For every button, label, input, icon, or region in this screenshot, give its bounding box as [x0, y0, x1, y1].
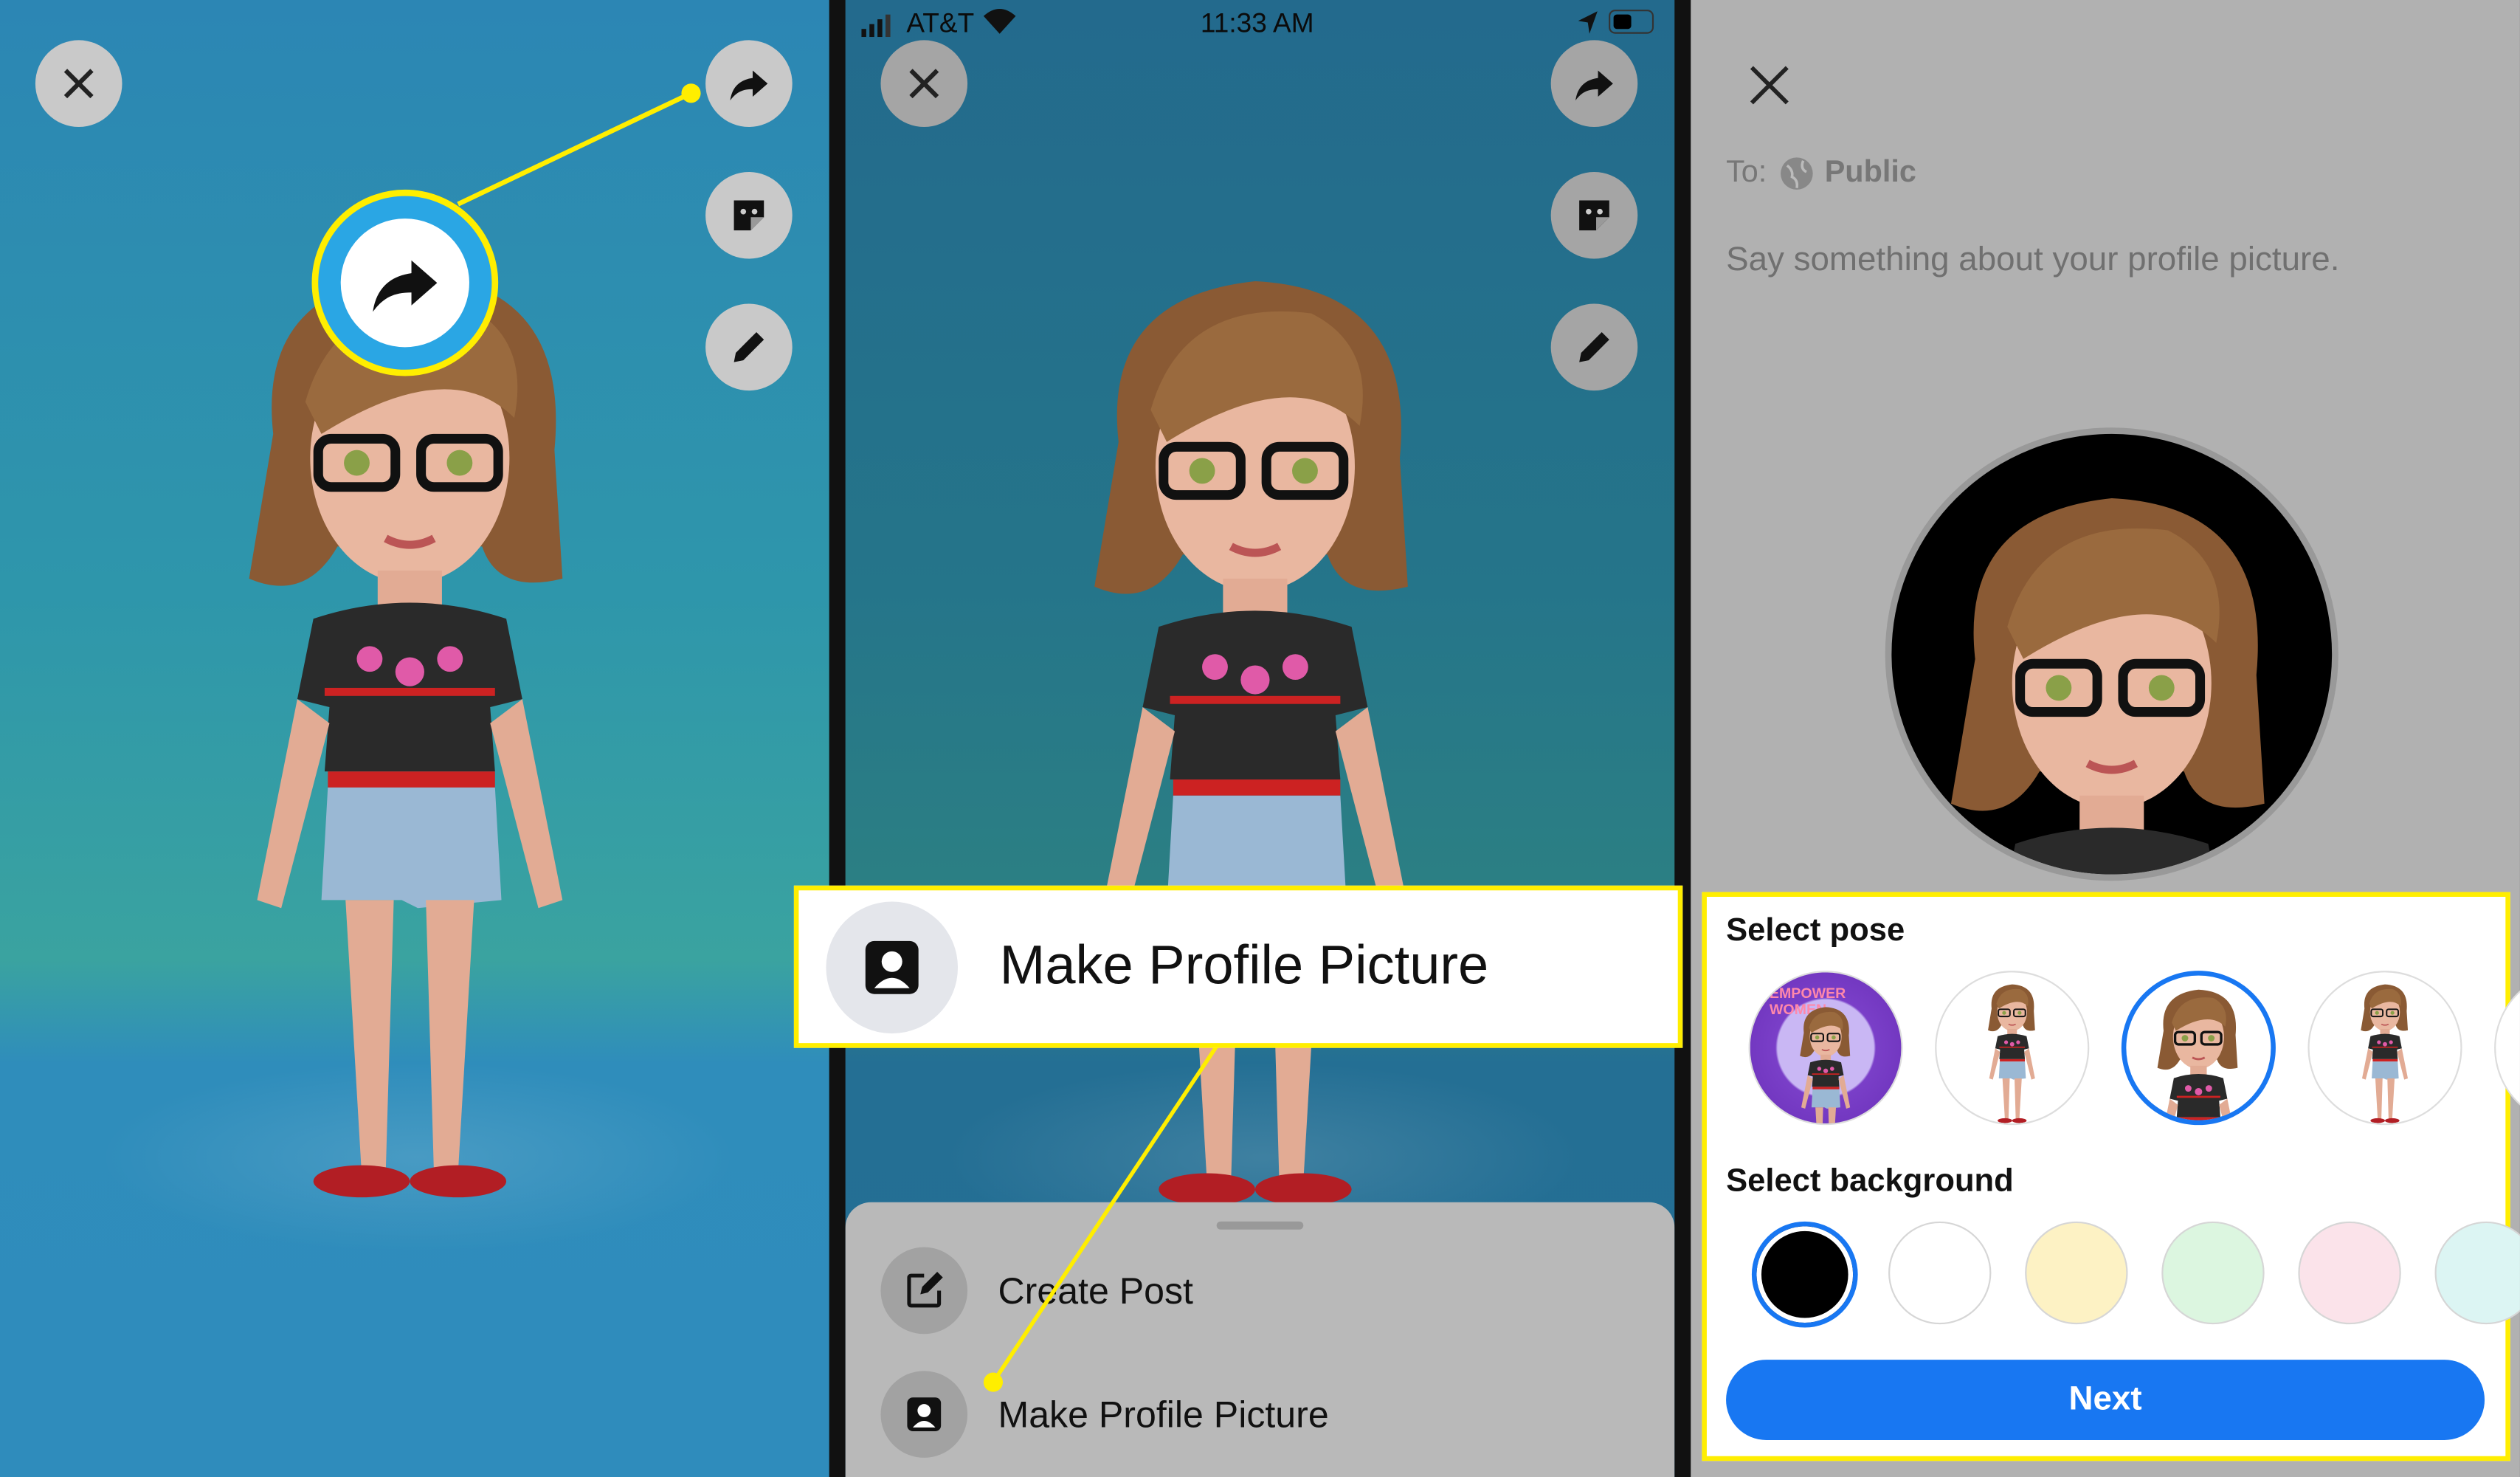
audience-label: Public	[1824, 156, 1916, 190]
make-profile-picture-item[interactable]: Make Profile Picture	[880, 1369, 1329, 1459]
pose-figure	[1794, 1005, 1858, 1125]
profile-picture-panel: To: Public Say something about your prof…	[1691, 0, 2520, 1477]
globe-icon	[1781, 157, 1814, 190]
pose-figure	[1980, 982, 2044, 1125]
callout-label: Make Profile Picture	[999, 935, 1489, 996]
pose-option[interactable]	[2307, 971, 2462, 1126]
profile-picture-preview	[1885, 427, 2338, 881]
create-post-item[interactable]: Create Post	[880, 1245, 1193, 1335]
signal-icon	[861, 13, 894, 38]
make-profile-picture-callout: Make Profile Picture	[793, 885, 1683, 1048]
edit-avatar-button[interactable]	[1550, 303, 1638, 391]
pencil-icon	[1572, 325, 1617, 370]
background-swatch[interactable]	[2434, 1221, 2520, 1325]
make-profile-picture-label: Make Profile Picture	[998, 1392, 1329, 1435]
tutorial-composite: AT&T 11:33 AM Create Post Make Profile P…	[0, 0, 2520, 1477]
share-icon	[1572, 61, 1617, 106]
pose-background-picker: Select pose EMPOWER WOMEN Select backgro…	[1702, 892, 2520, 1461]
pose-option-empower-women[interactable]: EMPOWER WOMEN	[1748, 971, 1903, 1126]
background-swatch[interactable]	[1751, 1221, 1858, 1328]
edit-icon	[902, 1268, 947, 1313]
next-button[interactable]: Next	[1726, 1360, 2485, 1440]
pose-figure	[2352, 982, 2417, 1125]
location-icon	[1577, 10, 1599, 44]
status-bar: AT&T 11:33 AM	[846, 7, 1675, 42]
share-button[interactable]	[1550, 40, 1638, 128]
audience-selector[interactable]: To: Public	[1726, 156, 1916, 191]
sticker-icon	[1572, 193, 1617, 238]
select-pose-heading: Select pose	[1726, 912, 1905, 948]
avatar-screen-panel	[0, 0, 829, 1477]
profile-picture-icon	[857, 932, 928, 1002]
select-background-heading: Select background	[1726, 1163, 2014, 1199]
panel-divider	[829, 0, 846, 1477]
pose-option-selected[interactable]	[2121, 971, 2276, 1126]
audience-prefix: To:	[1726, 156, 1767, 190]
panel-divider	[1674, 0, 1691, 1477]
pose-figure	[2147, 985, 2250, 1125]
avatar-figure	[1054, 265, 1456, 1229]
background-swatch[interactable]	[1888, 1221, 1992, 1325]
create-post-label: Create Post	[998, 1269, 1193, 1311]
caption-input[interactable]: Say something about your profile picture…	[1726, 241, 2339, 280]
sheet-handle[interactable]	[1216, 1221, 1304, 1230]
time-label: 11:33 AM	[1200, 7, 1314, 39]
close-icon[interactable]	[1749, 64, 1791, 106]
carrier-label: AT&T	[906, 7, 975, 39]
battery-icon	[1609, 10, 1654, 34]
wifi-icon	[982, 7, 1018, 44]
sticker-button[interactable]	[1550, 171, 1638, 259]
close-icon	[902, 61, 947, 106]
close-button[interactable]	[880, 40, 968, 128]
avatar-figure	[1911, 482, 2313, 881]
share-menu-panel: AT&T 11:33 AM Create Post Make Profile P…	[845, 0, 1675, 1477]
callout-line	[311, 83, 701, 376]
profile-picture-icon	[902, 1392, 947, 1437]
background-swatch[interactable]	[2298, 1221, 2401, 1325]
background-swatch[interactable]	[2025, 1221, 2128, 1325]
share-sheet: Create Post Make Profile Picture	[845, 1202, 1675, 1477]
background-swatch[interactable]	[2161, 1221, 2265, 1325]
pose-option[interactable]	[1935, 971, 2090, 1126]
pose-option[interactable]	[2494, 971, 2520, 1126]
